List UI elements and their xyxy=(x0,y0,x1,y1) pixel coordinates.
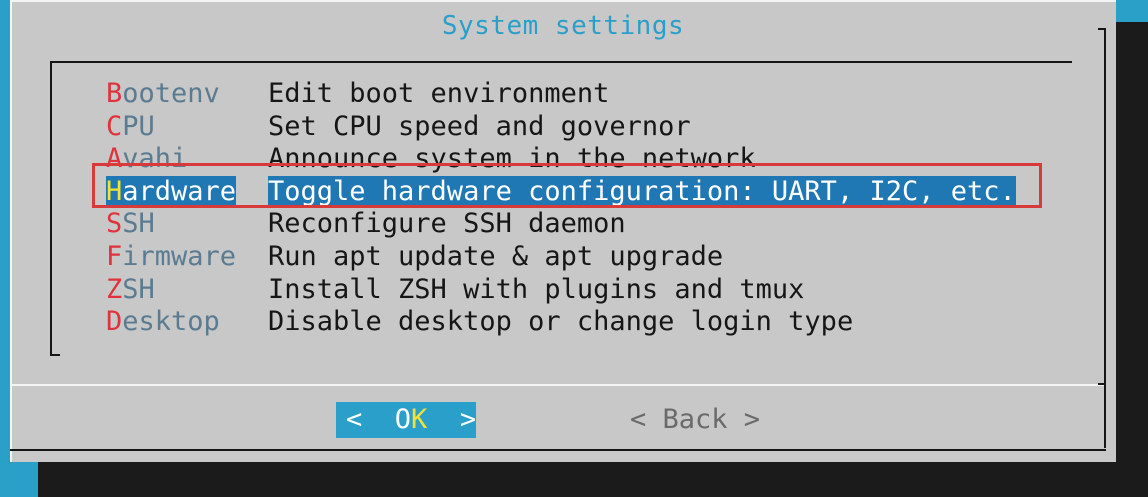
ok-button-label-start: O xyxy=(394,404,412,435)
dialog-frame-left xyxy=(10,0,12,462)
menu-item-tag-rest: SH xyxy=(122,273,155,305)
menu-item-tag-rest: SH xyxy=(122,208,155,240)
menu-item-tag-rest: ootenv xyxy=(122,78,220,109)
menu-item-description: Disable desktop or change login type xyxy=(268,306,854,338)
menu-item-zsh[interactable]: ZSH Install ZSH with plugins and tmux xyxy=(106,274,1016,307)
menu-item-desktop[interactable]: Desktop Disable desktop or change login … xyxy=(106,306,1016,339)
menu-item-description: Run apt update & apt upgrade xyxy=(268,240,724,272)
ok-button-right-bracket: > xyxy=(427,404,477,435)
menu-item-hotkey: D xyxy=(106,306,123,338)
menu-item-hotkey: Z xyxy=(106,273,123,305)
ok-button-left-bracket: < xyxy=(346,404,395,435)
menu-item-tag: Firmware xyxy=(106,241,268,274)
menu-item-description: Install ZSH with plugins and tmux xyxy=(268,273,805,305)
system-settings-dialog: System settings Bootenv Edit boot enviro… xyxy=(10,0,1116,462)
button-separator-line xyxy=(12,384,1104,386)
dialog-frame-top xyxy=(10,0,1116,2)
back-button[interactable]: < Back > xyxy=(630,402,760,438)
menu-item-tag: Desktop xyxy=(106,306,268,339)
menu-item-cpu[interactable]: CPU Set CPU speed and governor xyxy=(106,111,1016,144)
menu-item-ssh[interactable]: SSH Reconfigure SSH daemon xyxy=(106,208,1016,241)
menu-item-tag: SSH xyxy=(106,208,268,241)
menu-item-tag-rest: PU xyxy=(122,110,155,142)
menu-item-description: Reconfigure SSH daemon xyxy=(268,208,626,240)
menu-item-description: Set CPU speed and governor xyxy=(268,110,691,142)
menu-item-hotkey: C xyxy=(106,110,123,142)
menu-item-hotkey: F xyxy=(106,240,123,272)
ok-button[interactable]: < OK > xyxy=(336,402,476,438)
dialog-title: System settings xyxy=(441,11,685,41)
dialog-shadow-right xyxy=(1116,22,1148,497)
selection-annotation-box xyxy=(92,163,1042,208)
menu-item-bootenv[interactable]: Bootenv Edit boot environment xyxy=(106,78,1016,111)
dialog-shadow-bottom xyxy=(38,462,1148,497)
dialog-frame-right xyxy=(1104,28,1106,448)
menu-item-description: Edit boot environment xyxy=(268,78,610,109)
settings-menu: Bootenv Edit boot environment CPU Set CP… xyxy=(106,78,1016,339)
button-separator-tick xyxy=(1098,383,1106,385)
dialog-frame-bottom xyxy=(10,449,1106,451)
menu-box-left xyxy=(50,61,52,356)
menu-item-hotkey: S xyxy=(106,208,123,240)
menu-item-tag-rest: irmware xyxy=(122,240,237,272)
menu-item-tag: ZSH xyxy=(106,274,268,307)
menu-box-bottom-tick xyxy=(50,354,60,356)
menu-item-firmware[interactable]: Firmware Run apt update & apt upgrade xyxy=(106,241,1016,274)
menu-item-tag-rest: esktop xyxy=(122,306,220,338)
menu-item-tag: Bootenv xyxy=(106,78,268,111)
menu-item-tag: CPU xyxy=(106,111,268,144)
menu-item-hotkey: B xyxy=(106,78,123,109)
ok-button-hotkey: K xyxy=(411,404,428,435)
menu-box-top xyxy=(50,61,1072,63)
